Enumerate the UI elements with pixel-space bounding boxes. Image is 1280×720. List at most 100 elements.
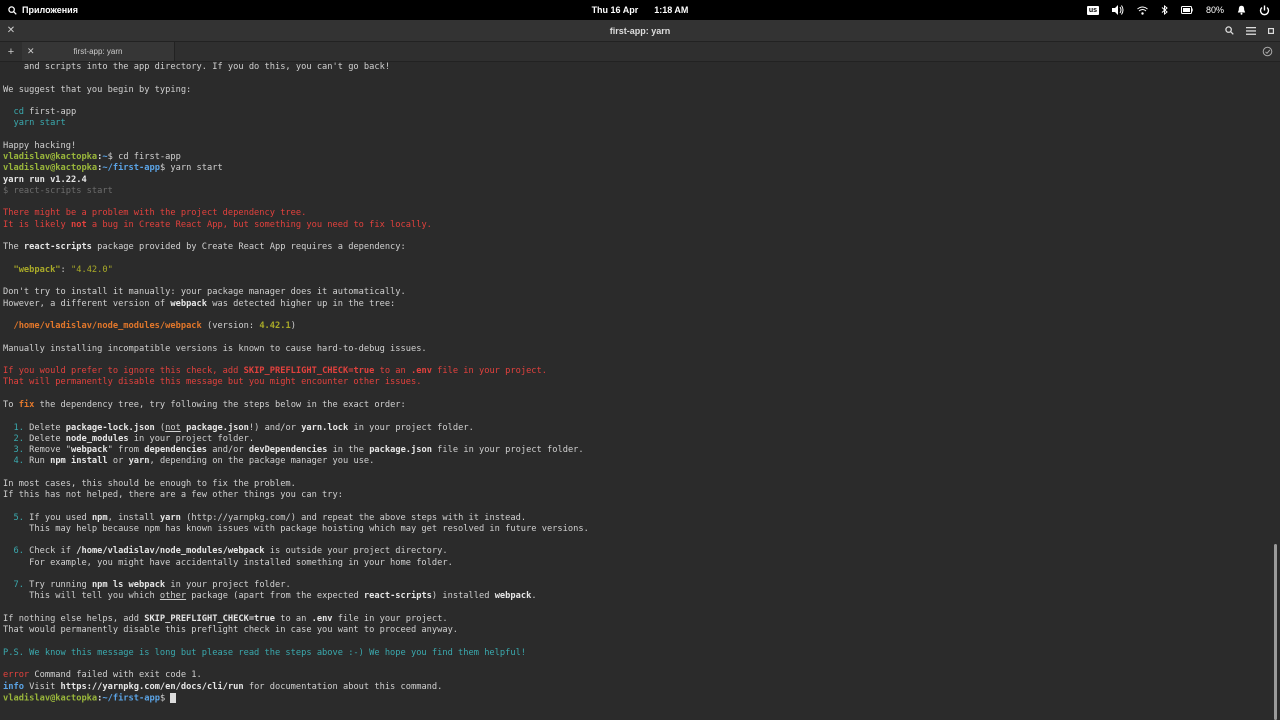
terminal-text: Delete xyxy=(23,433,66,444)
wifi-icon[interactable] xyxy=(1137,6,1148,15)
bluetooth-icon[interactable] xyxy=(1161,5,1168,15)
terminal-text: yarn xyxy=(159,512,181,523)
terminal-text: It is likely xyxy=(3,219,71,230)
terminal-text: That would permanently disable this pref… xyxy=(3,625,459,636)
terminal-text: other xyxy=(159,591,187,602)
terminal-text: cd xyxy=(13,107,24,118)
terminal-text: /home/vladislav/node_modules/webpack xyxy=(13,321,202,332)
refresh-icon xyxy=(1262,46,1272,56)
terminal-text: $ xyxy=(159,693,171,704)
terminal-line: Don't try to install it manually: your p… xyxy=(0,287,1268,298)
terminal-line: info Visit https://yarnpkg.com/en/docs/c… xyxy=(0,682,1268,693)
terminal-text: package-lock.json xyxy=(65,422,155,433)
terminal-text: .env xyxy=(311,614,333,625)
terminal-text: package (apart from the expected xyxy=(186,591,364,602)
new-tab-button[interactable]: + xyxy=(4,42,18,61)
terminal-text: The xyxy=(3,242,24,253)
terminal-text: : xyxy=(60,264,72,275)
terminal-scrollbar[interactable] xyxy=(1268,62,1280,720)
terminal-output[interactable]: and scripts into the app directory. If y… xyxy=(0,62,1268,720)
terminal-text: webpack xyxy=(494,591,532,602)
terminal-text: npm ls webpack xyxy=(91,580,166,591)
terminal-line: However, a different version of webpack … xyxy=(0,299,1268,310)
tab-label: first-app: yarn xyxy=(73,47,123,56)
terminal-text: fix xyxy=(18,399,35,410)
terminal-line: vladislav@kactopka:~/first-app$ xyxy=(0,692,1268,704)
notification-icon[interactable] xyxy=(1237,5,1246,15)
terminal-text: SKIP_PREFLIGHT_CHECK=true xyxy=(243,366,375,377)
terminal-line: To fix the dependency tree, try followin… xyxy=(0,400,1268,411)
terminal-line: /home/vladislav/node_modules/webpack (ve… xyxy=(0,321,1268,332)
maximize-icon[interactable] xyxy=(1268,27,1274,34)
tab-first-app[interactable]: ✕ first-app: yarn xyxy=(22,42,175,61)
terminal-text: "4.42.0" xyxy=(71,264,113,275)
terminal-text: "webpack" xyxy=(13,264,61,275)
terminal-line: cd first-app xyxy=(0,107,1268,118)
tab-menu-button[interactable] xyxy=(1260,44,1274,58)
terminal-text: /home/vladislav/node_modules/webpack xyxy=(76,546,265,557)
terminal-text: in your project folder. xyxy=(128,433,255,444)
menu-icon[interactable] xyxy=(1246,26,1256,35)
terminal-text: Manually installing incompatible version… xyxy=(3,343,427,354)
window-title: first-app: yarn xyxy=(609,25,671,36)
terminal-line: "webpack": "4.42.0" xyxy=(0,265,1268,276)
terminal-line: 7. Try running npm ls webpack in your pr… xyxy=(0,580,1268,591)
terminal-text: node_modules xyxy=(65,433,129,444)
terminal-text: in your project folder. xyxy=(165,580,291,591)
search-icon[interactable] xyxy=(1225,26,1234,35)
terminal-text: package.json xyxy=(186,422,249,433)
terminal-text: In most cases, this should be enough to … xyxy=(3,478,296,489)
terminal-text: This may help because npm has known issu… xyxy=(3,523,589,534)
terminal-text: yarn xyxy=(128,456,150,467)
terminal-line: $ react-scripts start xyxy=(0,186,1268,197)
terminal-text: is outside your project directory. xyxy=(264,546,448,557)
keyboard-layout-indicator[interactable]: us xyxy=(1086,5,1099,15)
scrollbar-thumb[interactable] xyxy=(1274,544,1277,720)
terminal-cursor xyxy=(170,692,177,703)
terminal-text: and scripts into the app directory. If y… xyxy=(3,62,391,72)
terminal-text: P.S. We know this message is long but pl… xyxy=(3,647,527,658)
terminal-text: For example, you might have accidentally… xyxy=(3,557,453,568)
terminal-line: If nothing else helps, add SKIP_PREFLIGH… xyxy=(0,614,1268,625)
terminal-line: 5. If you used npm, install yarn (http:/… xyxy=(0,513,1268,524)
terminal-text: the dependency tree, try following the s… xyxy=(34,399,406,410)
terminal-text: package provided by Create React App req… xyxy=(91,242,406,253)
battery-icon[interactable] xyxy=(1180,6,1193,14)
power-icon[interactable] xyxy=(1259,5,1270,16)
terminal-text: If nothing else helps, add xyxy=(3,614,145,625)
terminal-text: .env xyxy=(411,366,432,377)
terminal-text: 1. xyxy=(13,422,24,433)
terminal-line: We suggest that you begin by typing: xyxy=(0,85,1268,96)
terminal-line: vladislav@kactopka:~/first-app$ yarn sta… xyxy=(0,163,1268,174)
terminal-text: to an xyxy=(274,614,312,625)
terminal-text: to an xyxy=(374,366,411,377)
terminal-text: 5. xyxy=(13,512,24,523)
terminal-text: for documentation about this command. xyxy=(243,681,443,692)
window-title-bar: ✕ first-app: yarn xyxy=(0,20,1280,42)
terminal-line: and scripts into the app directory. If y… xyxy=(0,62,1268,73)
volume-icon[interactable] xyxy=(1111,5,1124,15)
terminal-text: We suggest that you begin by typing: xyxy=(3,84,192,95)
terminal-text: first-app xyxy=(23,107,77,118)
terminal-text: Don't try to install it manually: your p… xyxy=(3,287,406,298)
terminal-text: in the xyxy=(327,445,370,456)
terminal-line: vladislav@kactopka:~$ cd first-app xyxy=(0,152,1268,163)
terminal-text: SKIP_PREFLIGHT_CHECK=true xyxy=(144,614,275,625)
